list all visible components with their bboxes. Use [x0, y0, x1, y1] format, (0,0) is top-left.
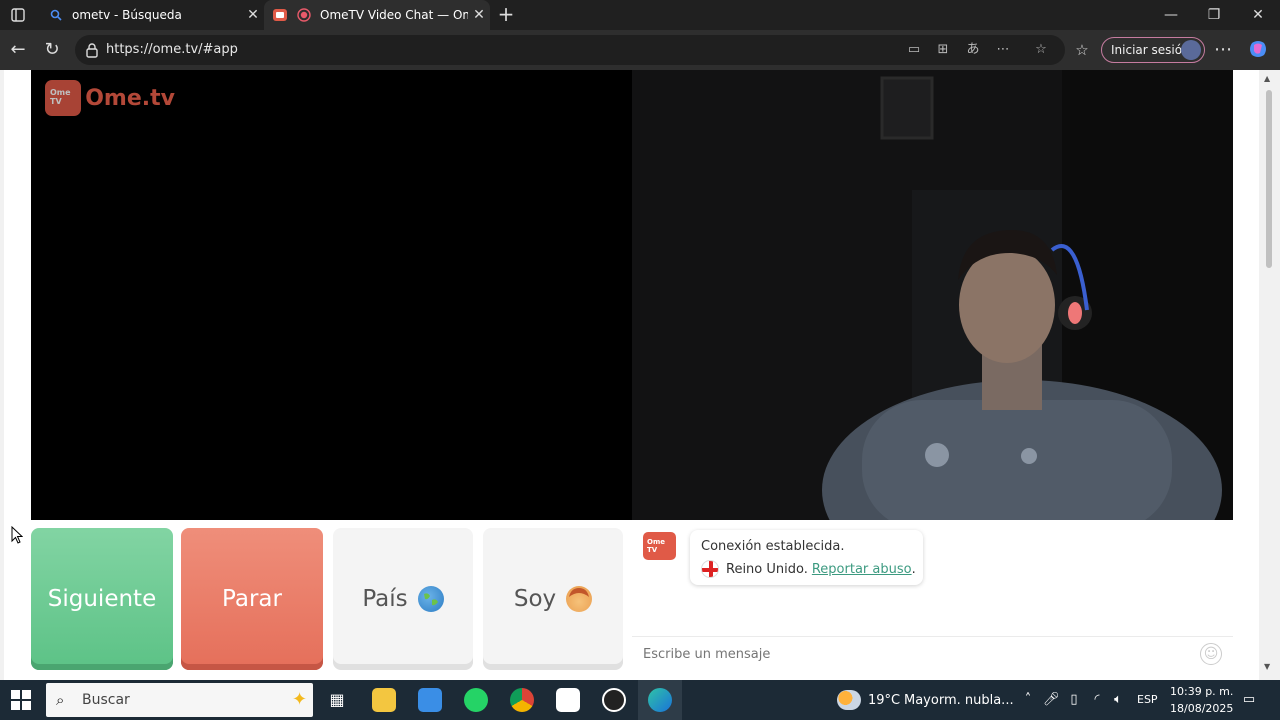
- clock-date[interactable]: 18/08/2025: [1170, 702, 1233, 715]
- volume-icon[interactable]: 🔈︎: [1110, 692, 1126, 708]
- wifi-icon[interactable]: ◜: [1089, 692, 1105, 708]
- close-window-icon[interactable]: ✕: [1236, 0, 1280, 30]
- widgets-icon[interactable]: ▦: [325, 688, 349, 712]
- local-video: [31, 70, 632, 520]
- lock-icon[interactable]: [85, 42, 101, 58]
- store-icon[interactable]: [418, 688, 442, 712]
- weather-temp: 19°C: [868, 693, 901, 708]
- favorites-icon[interactable]: ☆: [1071, 39, 1093, 61]
- partner-country: Reino Unido.: [726, 561, 808, 577]
- tab-actions-icon[interactable]: [7, 5, 29, 25]
- scroll-up-icon[interactable]: ▲: [1264, 74, 1270, 83]
- windows-taskbar: ⌕ Buscar ✦ ▦ 19°C Mayorm. nubla... ˄ 🎤︎ …: [0, 680, 1280, 720]
- weather-text: Mayorm. nubla...: [904, 693, 1014, 708]
- taskbar-search[interactable]: ⌕ Buscar ✦: [46, 683, 313, 717]
- search-icon: [48, 7, 64, 23]
- stop-button[interactable]: Parar: [181, 528, 323, 670]
- logo-tv-icon: Ome TV: [45, 80, 82, 116]
- weather-icon[interactable]: [837, 690, 861, 710]
- copilot-icon[interactable]: [1247, 39, 1269, 61]
- scrollbar-thumb[interactable]: [1266, 90, 1272, 268]
- tab-title: ometv - Búsqueda: [72, 8, 182, 22]
- connection-text: Conexión establecida.: [701, 539, 845, 554]
- translate-icon[interactable]: あ: [966, 43, 980, 57]
- report-abuse-link[interactable]: Reportar abuso: [812, 562, 912, 577]
- microphone-icon[interactable]: 🎤︎: [1043, 692, 1060, 708]
- next-label: Siguiente: [47, 586, 157, 612]
- back-arrow-icon[interactable]: ←: [7, 39, 29, 61]
- url-text: https://ome.tv/#app: [106, 42, 238, 57]
- restore-icon[interactable]: ❐: [1192, 0, 1236, 30]
- new-tab-button[interactable]: +: [495, 3, 517, 25]
- scroll-down-icon[interactable]: ▼: [1264, 662, 1270, 671]
- stop-label: Parar: [222, 586, 282, 612]
- chrome-icon[interactable]: [510, 688, 534, 712]
- close-tab-icon[interactable]: ✕: [242, 7, 264, 23]
- system-message: Conexión establecida. Reino Unido. Repor…: [690, 530, 923, 585]
- chat-message-input[interactable]: [643, 644, 1183, 664]
- remote-video: [632, 70, 1233, 520]
- camera-icon[interactable]: ▭: [907, 43, 921, 57]
- globe-icon: [417, 586, 444, 612]
- taskbar-search-placeholder: Buscar: [82, 692, 130, 708]
- mouse-cursor-icon: [11, 526, 23, 544]
- ometv-logo: Ome TV Ome.tv: [45, 78, 175, 118]
- uk-flag-icon: [701, 560, 719, 578]
- gender-button[interactable]: Soy: [483, 528, 623, 670]
- language-indicator[interactable]: ESP: [1137, 693, 1158, 706]
- signin-label: Iniciar sesión: [1111, 43, 1190, 57]
- sparkle-icon: ✦: [292, 689, 308, 710]
- notifications-icon[interactable]: ▭: [1240, 692, 1258, 708]
- search-icon: ⌕: [56, 691, 65, 709]
- usb-icon[interactable]: ▯: [1066, 692, 1082, 708]
- country-label: País: [362, 586, 408, 612]
- refresh-icon[interactable]: ↻: [41, 39, 63, 61]
- partner-country-line: Reino Unido. Reportar abuso.: [701, 560, 916, 578]
- chat-divider: [632, 636, 1233, 637]
- chevron-up-icon[interactable]: ˄: [1020, 692, 1036, 708]
- tab-title: OmeTV Video Chat — Omeg: [320, 8, 468, 22]
- browser-toolbar: ← ↻ https://ome.tv/#app ▭ ⊞ あ ⋯ ☆ ☆ Inic…: [0, 30, 1280, 70]
- whatsapp-icon[interactable]: [464, 688, 488, 712]
- boy-emoji-icon: [566, 586, 593, 612]
- close-tab-icon[interactable]: ✕: [468, 7, 490, 23]
- favorite-star-icon[interactable]: ☆: [1034, 43, 1048, 57]
- chat-ometv-icon: Ome TV: [643, 532, 676, 560]
- app-icon[interactable]: ⊞: [936, 43, 950, 57]
- country-button[interactable]: País: [333, 528, 473, 670]
- tab-search[interactable]: ometv - Búsqueda ✕: [40, 0, 264, 30]
- edge-icon[interactable]: [648, 688, 672, 712]
- file-explorer-icon[interactable]: [372, 688, 396, 712]
- address-bar[interactable]: https://ome.tv/#app ▭ ⊞ あ ⋯ ☆: [75, 35, 1065, 65]
- recorder-icon[interactable]: [602, 688, 626, 712]
- avatar: [1181, 40, 1201, 60]
- signin-button[interactable]: Iniciar sesión: [1101, 37, 1205, 63]
- more-tools-icon[interactable]: ⋯: [996, 43, 1010, 57]
- recording-icon: [296, 7, 312, 23]
- ometv-favicon-icon: [272, 7, 288, 23]
- logo-text: Ome.tv: [85, 85, 175, 111]
- next-button[interactable]: Siguiente: [31, 528, 173, 670]
- gender-label: Soy: [513, 586, 557, 612]
- tab-ometv[interactable]: OmeTV Video Chat — Omeg ✕: [264, 0, 490, 30]
- remote-video-scene: [632, 70, 1233, 520]
- menu-dots-icon[interactable]: ⋯: [1212, 39, 1234, 61]
- windows-start-icon[interactable]: [10, 689, 32, 711]
- capcut-icon[interactable]: [556, 688, 580, 712]
- minimize-icon[interactable]: —: [1149, 0, 1193, 30]
- report-suffix: .: [911, 561, 916, 577]
- emoji-picker-icon[interactable]: ☺: [1200, 643, 1222, 665]
- tab-strip: ometv - Búsqueda ✕ OmeTV Video Chat — Om…: [0, 0, 1280, 30]
- clock-time[interactable]: 10:39 p. m.: [1170, 685, 1233, 698]
